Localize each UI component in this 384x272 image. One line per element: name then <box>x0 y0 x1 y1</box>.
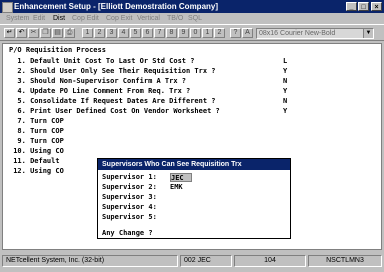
dialog-title: Supervisors Who Can See Requisition Trx <box>98 159 290 170</box>
f9-icon[interactable]: 9 <box>178 28 189 38</box>
supervisor-dialog: Supervisors Who Can See Requisition Trx … <box>97 158 291 239</box>
menu-edit[interactable]: Edit <box>33 14 45 23</box>
app-icon <box>2 2 13 13</box>
setting-label: 2. Should User Only See Their Requisitio… <box>9 67 216 75</box>
status-program: NSCTLMN3 <box>308 255 382 267</box>
setting-value[interactable]: Y <box>283 67 287 76</box>
menu-tbo[interactable]: TB/O <box>167 14 183 23</box>
f3-icon[interactable]: 3 <box>106 28 117 38</box>
f4-icon[interactable]: 4 <box>118 28 129 38</box>
f11-icon[interactable]: 1 <box>202 28 213 38</box>
menu-vertical[interactable]: Vertical <box>137 14 160 23</box>
f2-icon[interactable]: 2 <box>94 28 105 38</box>
change-prompt: Any Change ? <box>102 229 153 237</box>
supervisor-input[interactable]: JEC <box>170 173 192 182</box>
setting-label: 8. Turn COP <box>9 127 64 135</box>
setting-label: 11. Default <box>9 157 60 165</box>
menu-cop-exit[interactable]: Cop Exit <box>106 14 132 23</box>
setting-value[interactable]: N <box>283 77 287 86</box>
supervisor-input[interactable]: EMK <box>170 183 192 192</box>
app-window: Enhancement Setup - [Elliott Demostratio… <box>0 0 384 272</box>
setting-label: 5. Consolidate If Request Dates Are Diff… <box>9 97 216 105</box>
font-select-value: 08x16 Courier New-Bold <box>259 30 336 37</box>
f6-icon[interactable]: 6 <box>142 28 153 38</box>
supervisor-label: Supervisor 2: <box>102 183 157 191</box>
f7-icon[interactable]: 7 <box>154 28 165 38</box>
menu-cop-edit[interactable]: Cop Edit <box>72 14 99 23</box>
undo-icon[interactable]: ↶ <box>16 28 27 38</box>
status-number: 104 <box>234 255 306 267</box>
chevron-down-icon[interactable]: ▼ <box>363 29 373 38</box>
font-icon[interactable]: A <box>242 28 253 38</box>
setting-label: 1. Default Unit Cost To Last Or Std Cost… <box>9 57 195 65</box>
print-icon[interactable]: ⎙ <box>64 28 75 38</box>
minimize-button[interactable]: _ <box>346 2 357 11</box>
status-company-user: 002 JEC <box>180 255 232 267</box>
supervisor-input[interactable] <box>170 193 192 202</box>
font-select[interactable]: 08x16 Courier New-Bold ▼ <box>256 28 374 39</box>
f12-icon[interactable]: 2 <box>214 28 225 38</box>
supervisor-label: Supervisor 5: <box>102 213 157 221</box>
setting-label: 9. Turn COP <box>9 137 64 145</box>
setting-value[interactable]: Y <box>283 87 287 96</box>
enter-icon[interactable]: ↵ <box>4 28 15 38</box>
toolbar: ↵ ↶ ✂ ❐ ▤ ⎙ 1 2 3 4 5 6 7 8 9 0 1 2 ? A … <box>0 24 384 41</box>
f10-icon[interactable]: 0 <box>190 28 201 38</box>
copy-icon[interactable]: ❐ <box>40 28 51 38</box>
cut-icon[interactable]: ✂ <box>28 28 39 38</box>
f1-icon[interactable]: 1 <box>82 28 93 38</box>
status-bar: NETcellent System, Inc. (32-bit) 002 JEC… <box>0 253 384 269</box>
paste-icon[interactable]: ▤ <box>52 28 63 38</box>
screen-heading: P/O Requisition Process <box>9 46 106 54</box>
setting-value[interactable]: N <box>283 97 287 106</box>
terminal-screen: P/O Requisition Process 1. Default Unit … <box>2 43 382 250</box>
setting-label: 7. Turn COP <box>9 117 64 125</box>
help-icon[interactable]: ? <box>230 28 241 38</box>
f5-icon[interactable]: 5 <box>130 28 141 38</box>
status-system: NETcellent System, Inc. (32-bit) <box>2 255 178 267</box>
menu-dist[interactable]: Dist <box>53 14 65 23</box>
title-bar: Enhancement Setup - [Elliott Demostratio… <box>0 0 384 13</box>
setting-value[interactable]: Y <box>283 107 287 116</box>
menu-sql[interactable]: SQL <box>188 14 202 23</box>
f8-icon[interactable]: 8 <box>166 28 177 38</box>
close-button[interactable]: × <box>371 2 382 11</box>
supervisor-input[interactable] <box>170 203 192 212</box>
setting-label: 3. Should Non-Supervisor Confirm A Trx ? <box>9 77 187 85</box>
setting-label: 12. Using CO <box>9 167 64 175</box>
menu-system[interactable]: System <box>6 14 29 23</box>
supervisor-label: Supervisor 4: <box>102 203 157 211</box>
supervisor-label: Supervisor 3: <box>102 193 157 201</box>
menu-bar: System Edit Dist Cop Edit Cop Exit Verti… <box>0 13 384 24</box>
setting-value[interactable]: L <box>283 57 287 66</box>
maximize-button[interactable]: □ <box>358 2 369 11</box>
supervisor-label: Supervisor 1: <box>102 173 157 181</box>
setting-label: 4. Update PO Line Comment From Req. Trx … <box>9 87 191 95</box>
supervisor-input[interactable] <box>170 213 192 222</box>
window-title: Enhancement Setup - [Elliott Demostratio… <box>14 2 219 11</box>
setting-label: 6. Print User Defined Cost On Vendor Wor… <box>9 107 220 115</box>
setting-label: 10. Using CO <box>9 147 64 155</box>
